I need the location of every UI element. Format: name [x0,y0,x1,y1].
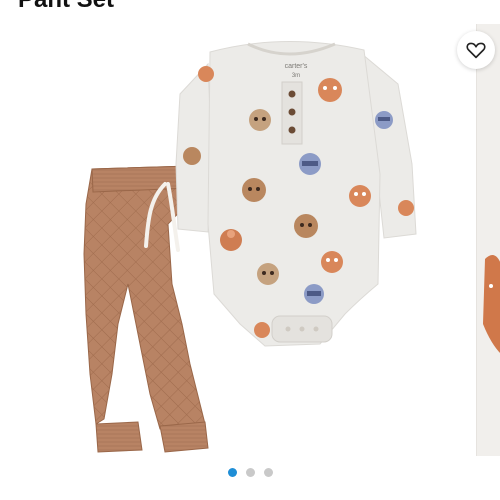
print-fox [198,66,214,82]
print-raccoon [375,111,393,129]
gallery-dot-2[interactable] [245,468,255,477]
next-image-thumbnail [483,255,500,353]
gallery-dot-1[interactable] [227,468,237,477]
favorite-button[interactable] [457,31,495,69]
print-bear [183,147,201,165]
print-fox [254,322,270,338]
print-raccoon [299,153,321,175]
size-label: 3m [292,73,300,79]
print-fox [321,251,343,273]
gallery-dot-3[interactable] [263,468,273,477]
print-raccoon [304,284,324,304]
brand-label: carter's [285,63,308,70]
print-bear [242,178,266,202]
product-illustration: carter's 3m [83,40,417,453]
print-fox [349,185,371,207]
print-bear [294,214,318,238]
product-image[interactable]: carter's 3m [0,24,474,456]
print-dog [257,263,279,285]
bodysuit: carter's 3m [175,40,417,347]
gallery-pagination [0,468,500,484]
heart-icon [466,42,486,59]
print-squirrel [220,229,242,251]
print-dog [249,109,271,131]
product-title: Pant Set [18,0,114,14]
print-fox [398,200,414,216]
print-fox [318,78,342,102]
next-product-image-peek[interactable] [476,24,500,456]
